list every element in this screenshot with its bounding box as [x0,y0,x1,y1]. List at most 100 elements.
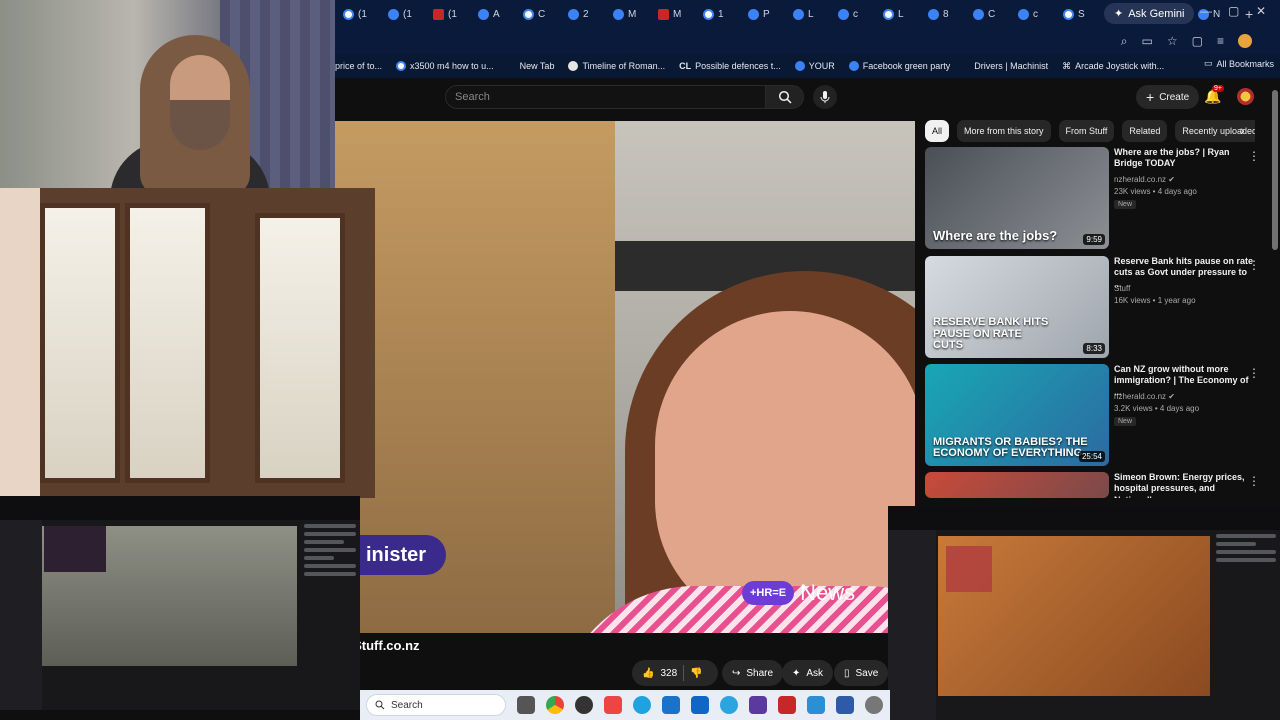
channel-label: nzherald.co.nz [1114,175,1167,184]
browser-tab[interactable]: M [609,3,652,25]
browser-tab[interactable]: L [879,3,922,25]
recommendation-item[interactable]: Simeon Brown: Energy prices, hospital pr… [925,472,1270,498]
bookmark-item[interactable]: YOUR [794,61,835,71]
chip-from-stuff[interactable]: From Stuff [1058,120,1115,142]
bookmark-label: YOUR [808,61,835,71]
close-window-icon[interactable]: ✕ [1256,4,1266,18]
browser-tab[interactable]: P [744,3,787,25]
browser-tab[interactable]: (1 [384,3,427,25]
zoom-icon[interactable]: ⌕ [1121,34,1128,49]
browser-tab[interactable]: 2 [564,3,607,25]
scrollbar[interactable] [1272,90,1278,250]
all-bookmarks-button[interactable]: ▭ All Bookmarks [1204,58,1274,69]
browser-tab[interactable]: L [789,3,832,25]
more-options-icon[interactable]: ⋮ [1248,474,1260,488]
menu-icon[interactable]: ≡ [1217,34,1224,48]
bookmark-label: Arcade Joystick with... [1075,61,1165,71]
chevron-right-icon[interactable]: › [1240,122,1245,138]
taskbar: Search [360,690,890,720]
app-icon[interactable] [778,696,796,714]
browser-tab[interactable]: c [834,3,877,25]
browser-tab[interactable]: C [969,3,1012,25]
telegram-icon[interactable] [720,696,738,714]
save-button[interactable]: ▯ Save [834,660,889,686]
more-options-icon[interactable]: ⋮ [1248,366,1260,380]
github-icon[interactable] [575,696,593,714]
browser-tab[interactable]: S [1059,3,1102,25]
ask-gemini-button[interactable]: ✦ Ask Gemini [1104,3,1195,24]
chip-all[interactable]: All [925,120,950,142]
ask-button[interactable]: ✦ Ask [782,660,834,686]
like-dislike-button[interactable]: 👍 328 👎 [632,660,718,686]
stream-overlay-left [0,496,360,710]
extensions-icon[interactable]: ▢ [1192,34,1203,48]
new-tab-icon[interactable]: + [1245,6,1253,22]
app-icon[interactable] [604,696,622,714]
outlook-icon[interactable] [691,696,709,714]
app-icon[interactable] [749,696,767,714]
tab-label: c [1033,8,1038,20]
task-view-icon[interactable] [517,696,535,714]
browser-tab[interactable]: M [654,3,697,25]
browser-tab[interactable]: A [474,3,517,25]
app-icon[interactable] [836,696,854,714]
create-label: Create [1159,91,1190,103]
bookmark-item[interactable]: CL Possible defences t... [679,61,781,71]
minimize-icon[interactable]: — [1200,4,1212,18]
profile-icon[interactable] [1238,34,1252,48]
edge-icon[interactable] [633,696,651,714]
bookmark-item[interactable]: ⌘ Arcade Joystick with... [1062,61,1164,72]
chip-related[interactable]: Related [1122,120,1168,142]
bookmark-item[interactable]: Timeline of Roman... [568,61,665,71]
store-icon[interactable] [662,696,680,714]
avatar[interactable] [1237,88,1254,105]
search-button[interactable] [766,85,804,109]
browser-tab[interactable]: (1 [429,3,472,25]
recommendation-item[interactable]: MIGRANTS OR BABIES? THE ECONOMY OF EVERY… [925,364,1270,466]
video-thumbnail[interactable] [925,472,1109,498]
bookmark-item[interactable]: New Tab [520,61,555,71]
browser-tab[interactable]: C [519,3,562,25]
create-button[interactable]: + Create [1136,85,1200,109]
bookmark-item[interactable]: Drivers | Machinist [974,61,1048,71]
channel-name[interactable]: Stuff [1114,284,1130,293]
recommendation-item[interactable]: RESERVE BANK HITS PAUSE ON RATE CUTS 8:3… [925,256,1270,358]
joystick-icon: ⌘ [1062,60,1072,71]
taskbar-search[interactable]: Search [366,694,506,716]
tab-favicon-icon [838,8,849,20]
bookmark-item[interactable]: Facebook green party [848,61,950,71]
recommendation-item[interactable]: Where are the jobs? 9:59 Where are the j… [925,147,1270,249]
video-thumbnail[interactable]: MIGRANTS OR BABIES? THE ECONOMY OF EVERY… [925,364,1109,466]
maximize-icon[interactable]: ▢ [1228,4,1239,18]
bookmark-item[interactable]: price of to... [335,61,382,71]
bookmark-item[interactable]: x3500 m4 how to u... [396,61,494,71]
wikipedia-icon [568,61,579,71]
tab-label: c [853,8,858,20]
chip-more-from-story[interactable]: More from this story [957,120,1051,142]
verified-icon: ✔ [1168,392,1175,401]
bookmark-star-icon[interactable]: ☆ [1167,34,1178,48]
browser-tab[interactable]: c [1014,3,1057,25]
browser-tab[interactable]: 8 [924,3,967,25]
recommendation-title[interactable]: Reserve Bank hits pause on rate cuts as … [1114,256,1254,290]
tab-label: (1 [358,8,367,20]
photos-icon[interactable] [807,696,825,714]
chrome-icon[interactable] [546,696,564,714]
voice-search-button[interactable] [813,85,837,109]
share-icon: ↪ [732,667,741,679]
more-options-icon[interactable]: ⋮ [1248,258,1260,272]
browser-tab[interactable]: 1 [699,3,742,25]
recommendation-title[interactable]: Where are the jobs? | Ryan Bridge TODAY [1114,147,1254,170]
channel-name[interactable]: nzherald.co.nz ✔ [1114,392,1175,401]
share-button[interactable]: ↪ Share [722,660,784,686]
cast-icon[interactable]: ▭ [1142,34,1153,48]
search-input[interactable]: Search [445,85,766,109]
channel-name[interactable]: nzherald.co.nz ✔ [1114,175,1175,184]
recommendation-title[interactable]: Simeon Brown: Energy prices, hospital pr… [1114,472,1254,498]
browser-tab[interactable]: (1 [339,3,382,25]
settings-icon[interactable] [865,696,883,714]
more-options-icon[interactable]: ⋮ [1248,149,1260,163]
video-thumbnail[interactable]: Where are the jobs? 9:59 [925,147,1109,249]
search-icon [375,700,385,710]
video-thumbnail[interactable]: RESERVE BANK HITS PAUSE ON RATE CUTS 8:3… [925,256,1109,358]
